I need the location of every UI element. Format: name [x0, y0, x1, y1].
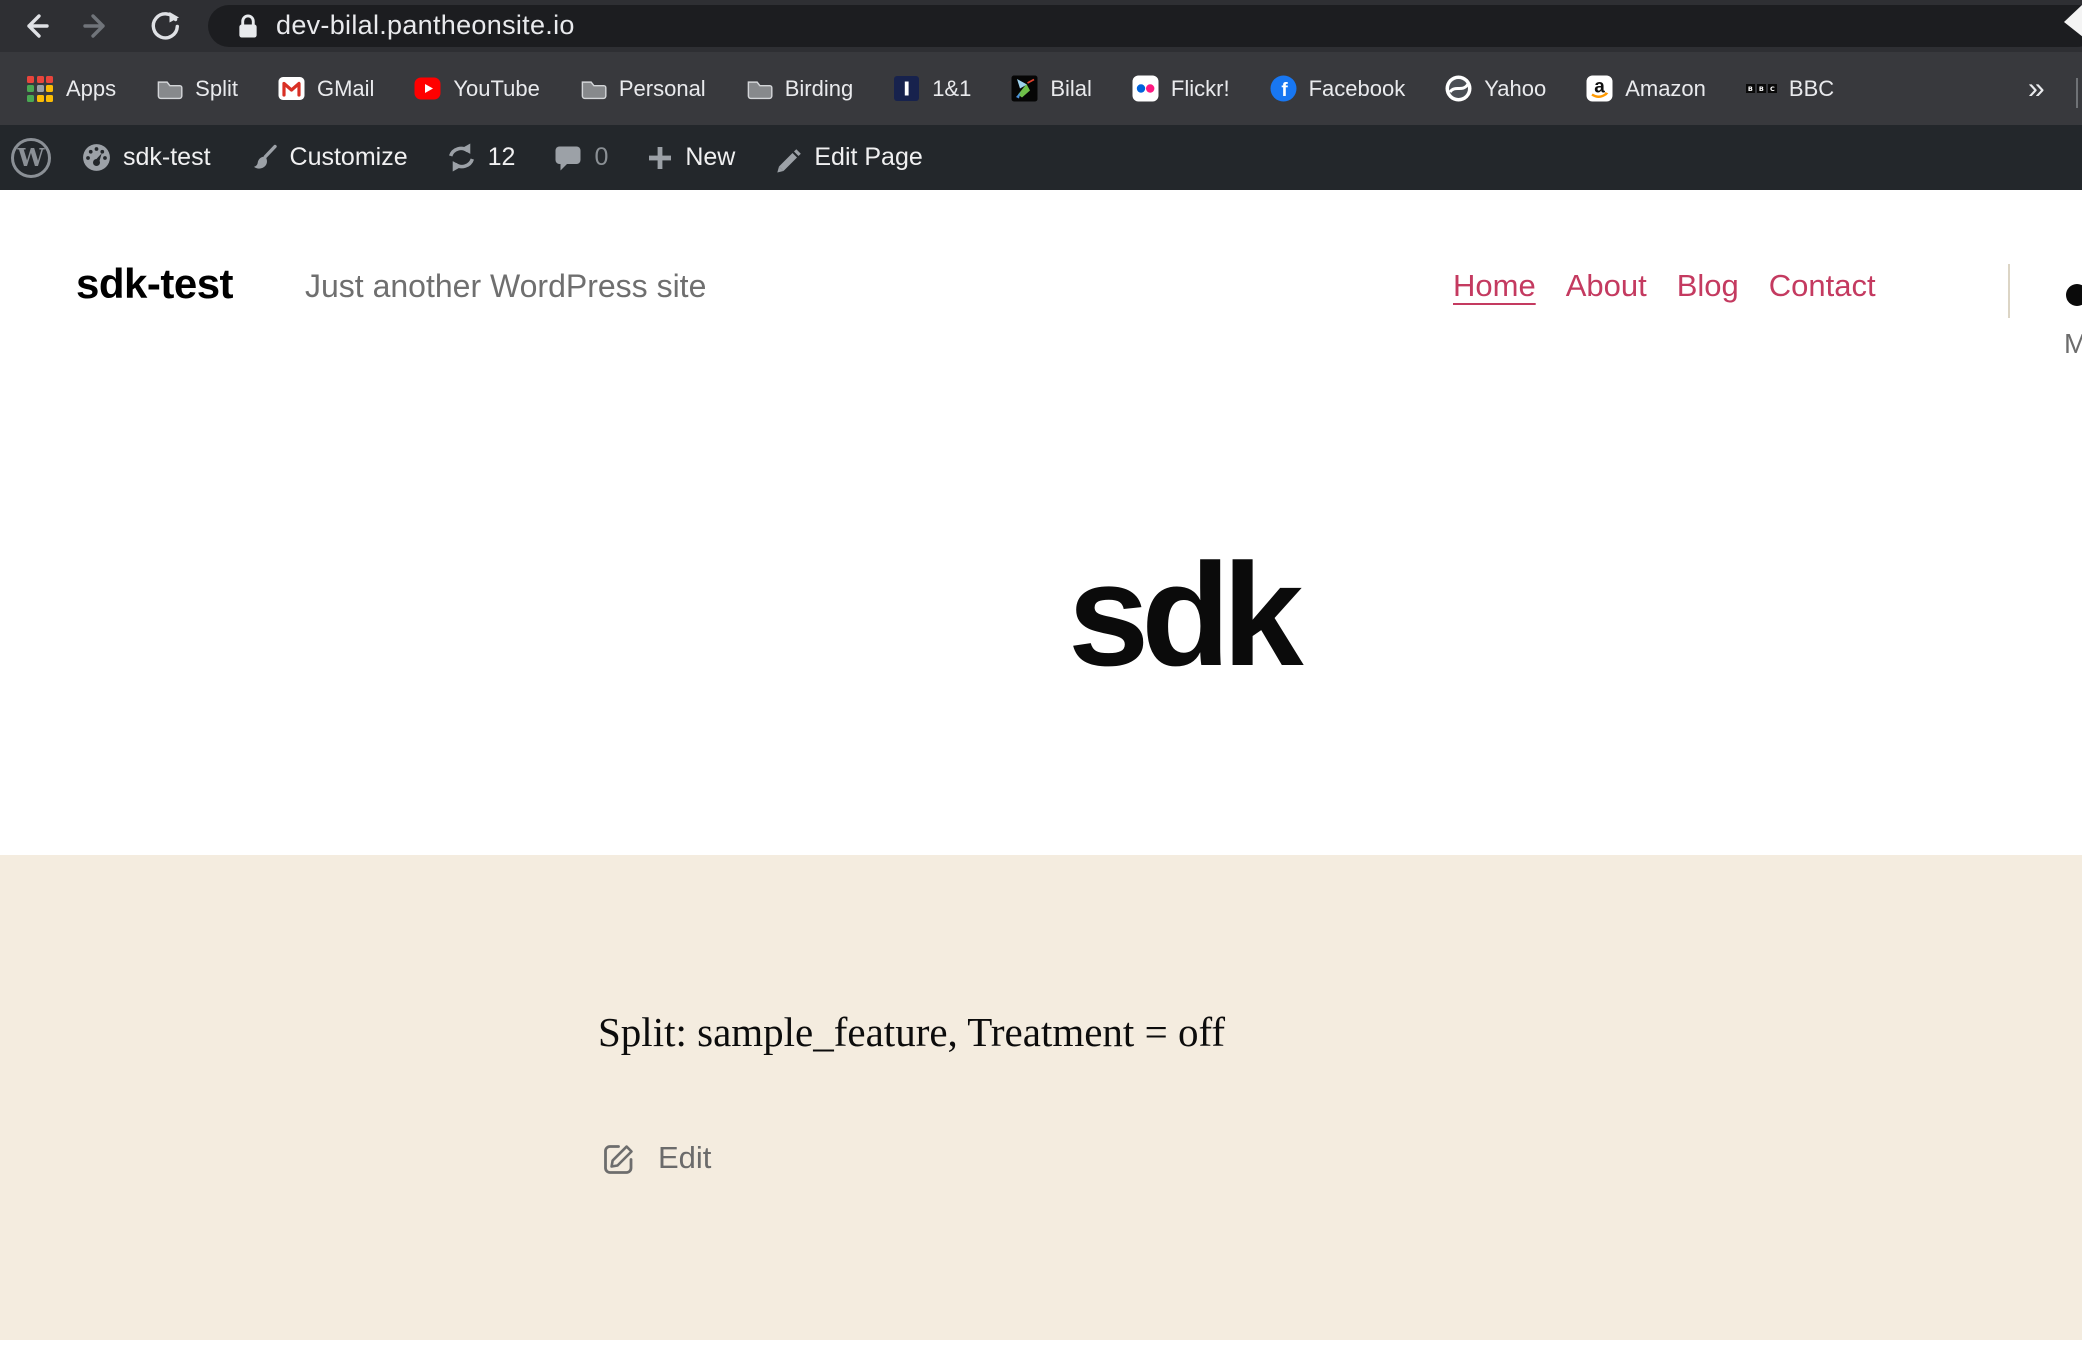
bookmarks-overflow-chevron-icon[interactable]: » [2028, 52, 2045, 125]
header-divider [2008, 264, 2010, 318]
pencil-icon [773, 143, 803, 173]
admin-edit-page-label: Edit Page [814, 143, 922, 172]
bookmark-label: Amazon [1625, 76, 1706, 102]
bookmark-personal[interactable]: Personal [580, 75, 706, 102]
split-message: Split: sample_feature, Treatment = off [598, 1008, 1225, 1056]
bookmark-flickr[interactable]: Flickr! [1132, 75, 1230, 102]
admin-comments[interactable]: 0 [553, 143, 608, 172]
nav-link-about[interactable]: About [1566, 268, 1647, 304]
admin-updates[interactable]: 12 [446, 142, 516, 173]
url-text[interactable]: dev-bilal.pantheonsite.io [276, 10, 575, 41]
bookmark-label: Flickr! [1171, 76, 1230, 102]
bookmark-label: Split [195, 76, 238, 102]
admin-customize[interactable]: Customize [249, 143, 408, 173]
admin-comments-count: 0 [594, 143, 608, 172]
wordpress-logo-icon: W [11, 138, 51, 178]
paintbrush-icon [249, 143, 279, 173]
bookmark-facebook[interactable]: f Facebook [1270, 75, 1406, 102]
site-tagline: Just another WordPress site [305, 268, 706, 305]
bookmark-label: BBC [1789, 76, 1834, 102]
lock-icon [236, 12, 260, 40]
site-logo: sdk [1068, 542, 1296, 688]
bookmarks-bar: Apps Split GMail YouTube [0, 52, 2082, 125]
wp-logo-menu[interactable]: W [11, 138, 51, 178]
folder-icon [156, 75, 183, 102]
reload-icon [148, 9, 182, 43]
facebook-icon: f [1270, 75, 1297, 102]
menu-dot-icon[interactable] [2066, 284, 2082, 306]
edit-link-label: Edit [658, 1140, 711, 1176]
bookmark-label: GMail [317, 76, 374, 102]
forward-button[interactable] [80, 9, 114, 43]
oneandone-icon [893, 75, 920, 102]
browser-window: dev-bilal.pantheonsite.io Apps Split GMa… [0, 0, 2082, 1364]
primary-nav: Home About Blog Contact [1453, 268, 1876, 304]
yahoo-icon [1445, 75, 1472, 102]
bookmark-birding[interactable]: Birding [746, 75, 853, 102]
bookmark-bbc[interactable]: BBC BBC [1746, 75, 1834, 102]
menu-partial-label[interactable]: M [2064, 328, 2082, 360]
bookmark-1and1[interactable]: 1&1 [893, 75, 971, 102]
bookmark-label: Facebook [1309, 76, 1406, 102]
dashboard-gauge-icon [81, 142, 112, 173]
bookmark-youtube[interactable]: YouTube [414, 75, 539, 102]
bookmark-bilal[interactable]: Bilal [1011, 75, 1092, 102]
admin-edit-page[interactable]: Edit Page [773, 143, 922, 173]
amazon-icon: a [1586, 75, 1613, 102]
bookmark-label: Apps [66, 76, 116, 102]
plus-icon [646, 144, 674, 172]
split-section [0, 855, 2082, 1340]
folder-icon [580, 75, 607, 102]
bookmark-amazon[interactable]: a Amazon [1586, 75, 1706, 102]
nav-link-home[interactable]: Home [1453, 268, 1536, 304]
admin-updates-count: 12 [488, 143, 516, 172]
folder-icon [746, 75, 773, 102]
edit-link[interactable]: Edit [598, 1136, 711, 1180]
bookmark-label: Yahoo [1484, 76, 1546, 102]
reload-button[interactable] [148, 9, 182, 43]
youtube-icon [414, 75, 441, 102]
gmail-icon [278, 75, 305, 102]
bookmark-yahoo[interactable]: Yahoo [1445, 75, 1546, 102]
bookmark-label: Bilal [1050, 76, 1092, 102]
bookmark-gmail[interactable]: GMail [278, 75, 374, 102]
back-arrow-icon [18, 9, 52, 43]
flickr-icon [1132, 75, 1159, 102]
bookmark-label: Personal [619, 76, 706, 102]
forward-arrow-icon [80, 9, 114, 43]
edit-icon [598, 1136, 642, 1180]
admin-site-name[interactable]: sdk-test [81, 142, 211, 173]
bbc-icon: BBC [1746, 75, 1777, 102]
bookmarks-bar-divider [2076, 78, 2078, 108]
updates-icon [446, 142, 477, 173]
bookmark-label: 1&1 [932, 76, 971, 102]
site-title[interactable]: sdk-test [76, 260, 233, 308]
hummingbird-icon [1011, 75, 1038, 102]
admin-site-name-label: sdk-test [123, 143, 211, 172]
bookmark-apps[interactable]: Apps [27, 75, 116, 103]
svg-text:f: f [1281, 80, 1288, 101]
admin-new-label: New [685, 143, 735, 172]
bookmark-split[interactable]: Split [156, 75, 238, 102]
wp-admin-bar: W sdk-test Customize [0, 125, 2082, 190]
back-button[interactable] [18, 9, 52, 43]
apps-grid-icon [27, 75, 54, 103]
bookmark-label: Birding [785, 76, 853, 102]
bookmark-label: YouTube [453, 76, 539, 102]
admin-new[interactable]: New [646, 143, 735, 172]
comment-icon [553, 143, 583, 172]
browser-toolbar: dev-bilal.pantheonsite.io [0, 0, 2082, 52]
nav-link-blog[interactable]: Blog [1677, 268, 1739, 304]
nav-link-contact[interactable]: Contact [1769, 268, 1876, 304]
admin-customize-label: Customize [290, 143, 408, 172]
